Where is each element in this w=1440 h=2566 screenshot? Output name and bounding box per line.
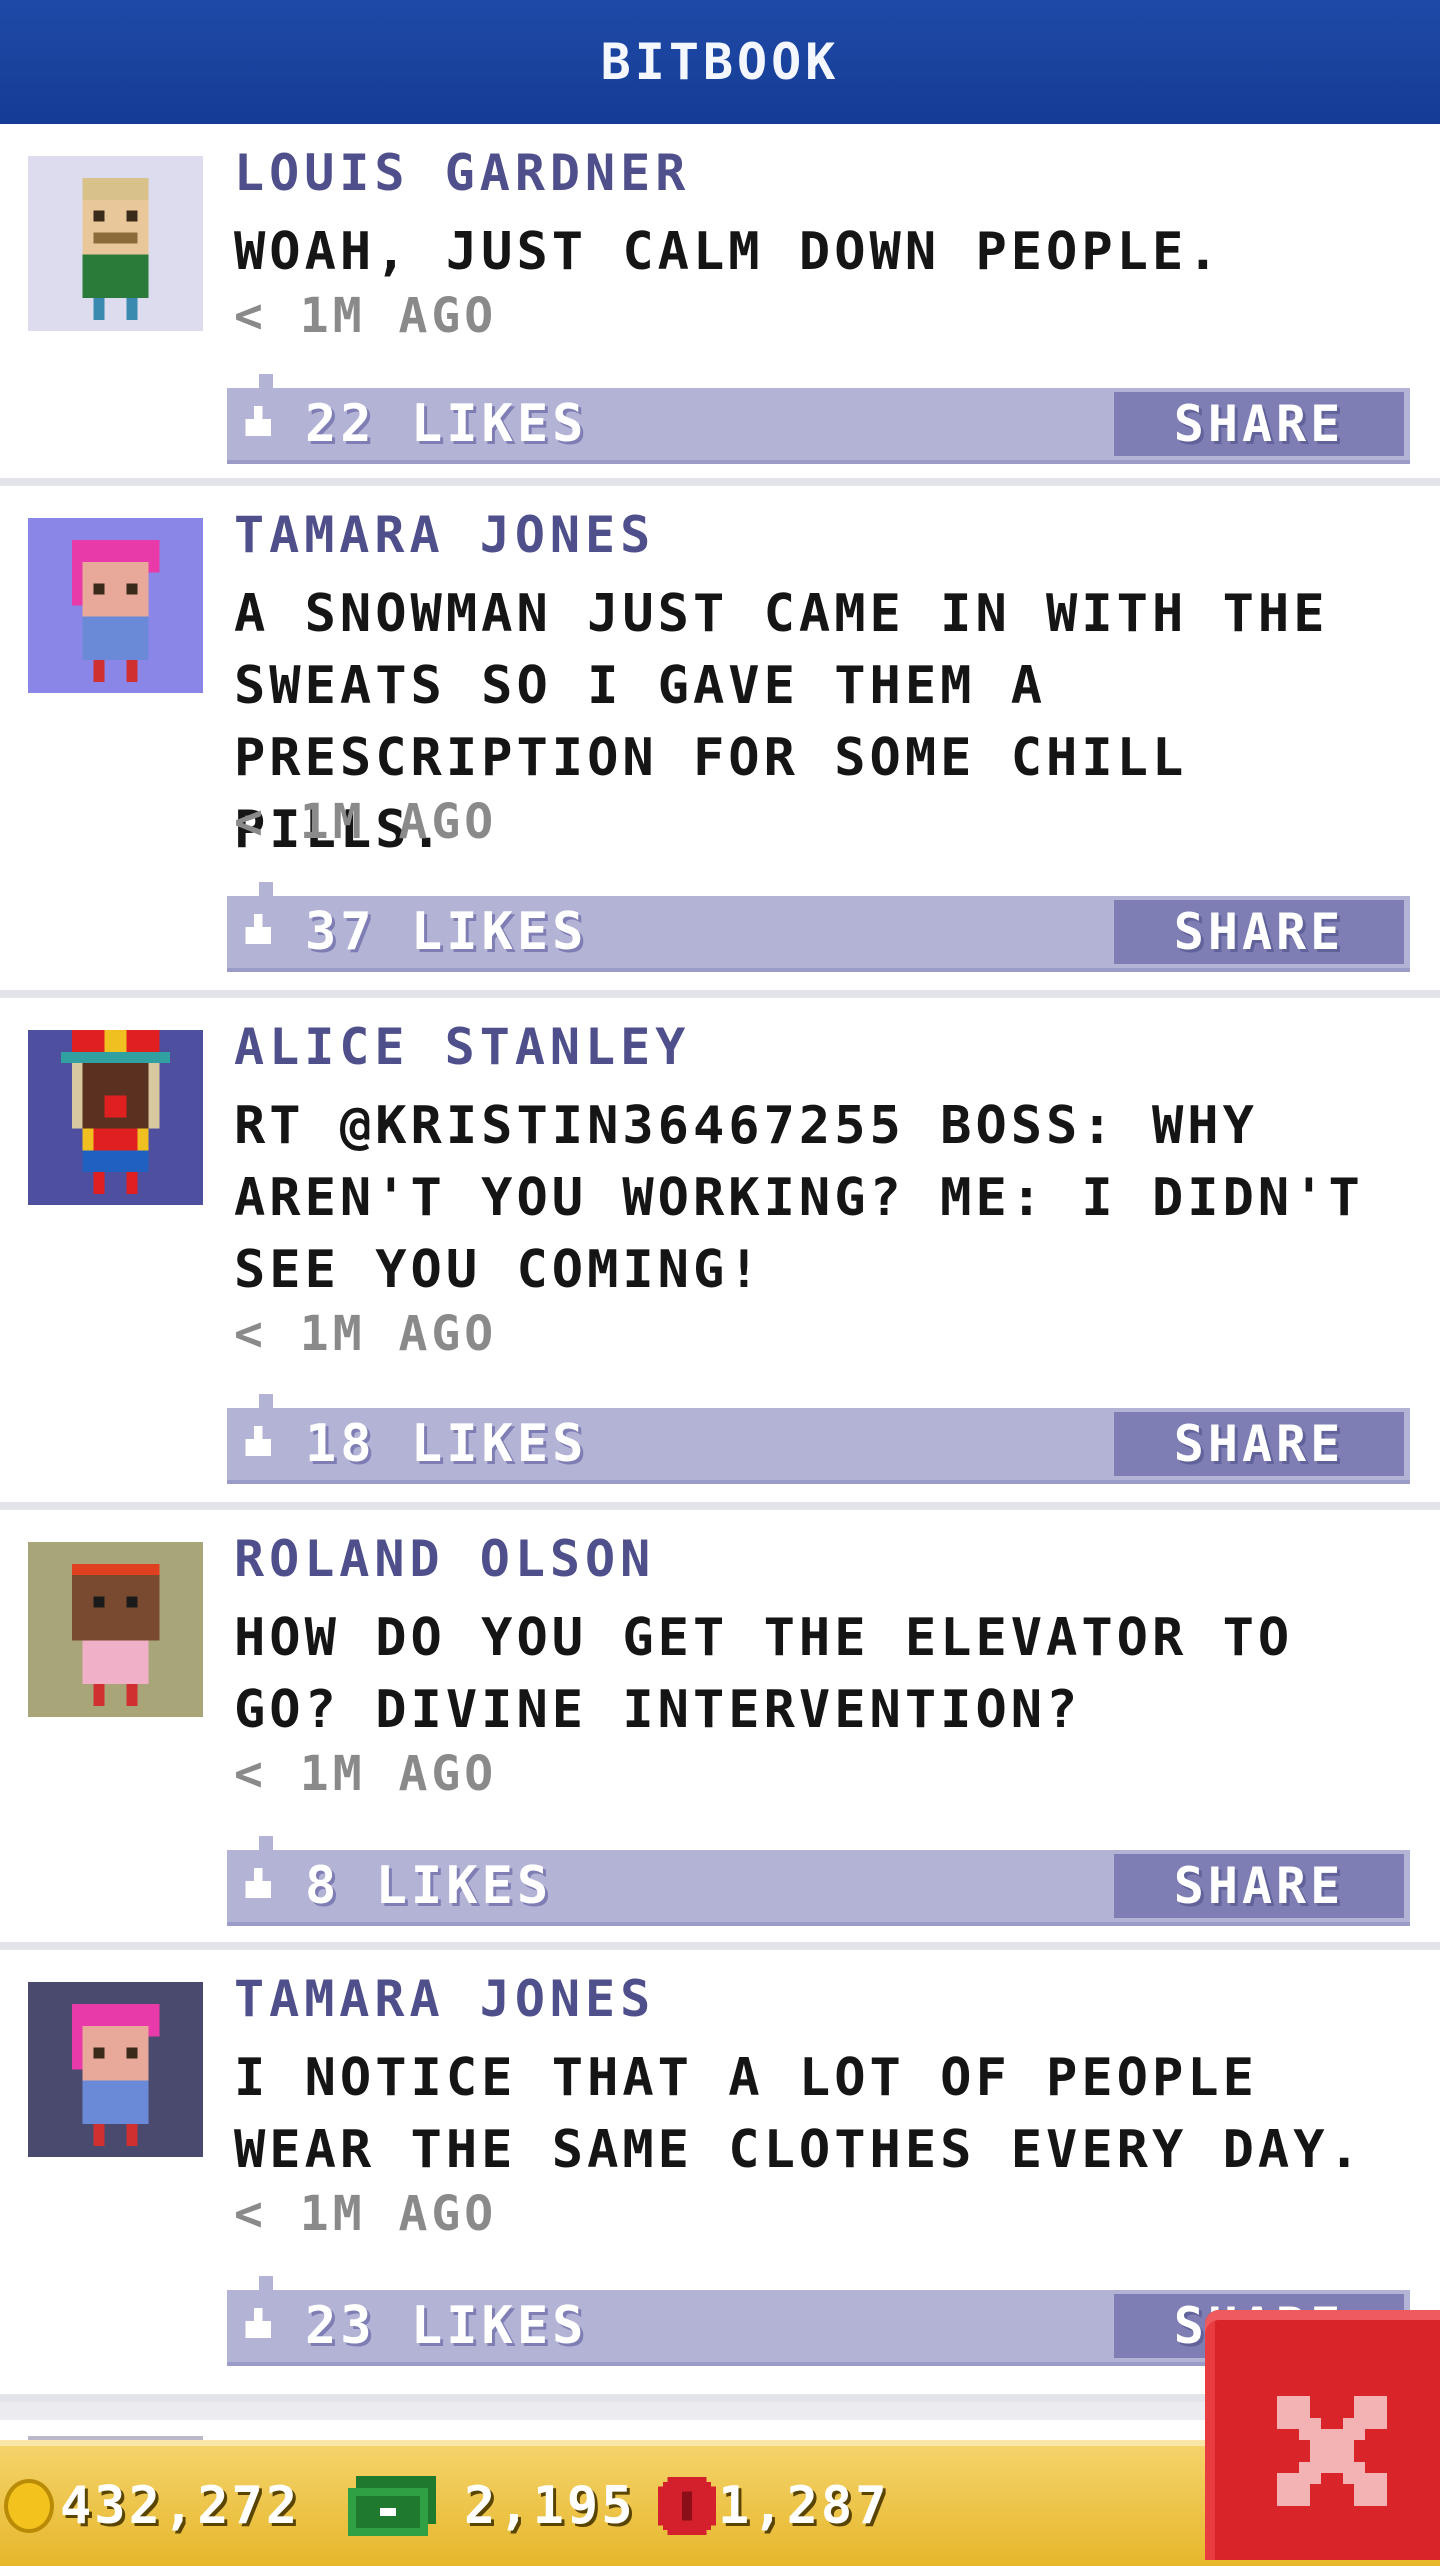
likes-bar: 37 LIKES SHARE — [227, 882, 1410, 972]
like-notch — [259, 882, 273, 896]
avatar[interactable] — [28, 156, 203, 331]
post-author[interactable]: TAMARA JONES — [234, 1970, 655, 2028]
feed-post: TAMARA JONES A SNOWMAN JUST CAME IN WITH… — [0, 486, 1440, 998]
post-author[interactable]: ROLAND OLSON — [234, 1530, 655, 1588]
likes-count: 18 LIKES — [305, 1414, 588, 1474]
likes-count: 37 LIKES — [305, 902, 588, 962]
likes-bar: 8 LIKES SHARE — [227, 1836, 1410, 1926]
post-text: WOAH, JUST CALM DOWN PEOPLE. — [234, 222, 1223, 282]
close-x-icon — [1277, 2396, 1387, 2506]
post-text: I NOTICE THAT A LOT OF PEOPLE WEAR THE S… — [234, 2048, 1364, 2180]
thumbs-up-icon[interactable] — [241, 1426, 275, 1460]
thumbs-up-icon[interactable] — [241, 406, 275, 440]
points-display: 1,287 — [658, 2476, 890, 2536]
post-time: < 1M AGO — [234, 794, 498, 850]
points-value: 1,287 — [718, 2476, 890, 2536]
post-text: HOW DO YOU GET THE ELEVATOR TO GO? DIVIN… — [234, 1608, 1294, 1740]
likes-count: 22 LIKES — [305, 394, 588, 454]
points-icon — [658, 2477, 716, 2535]
feed-post: LOUIS GARDNER WOAH, JUST CALM DOWN PEOPL… — [0, 124, 1440, 486]
app-header: BITBOOK — [0, 0, 1440, 124]
thumbs-up-icon[interactable] — [241, 914, 275, 948]
like-notch — [259, 1836, 273, 1850]
coins-display: 432,272 — [4, 2476, 300, 2536]
feed-post: ROLAND OLSON HOW DO YOU GET THE ELEVATOR… — [0, 1510, 1440, 1950]
likes-count: 8 LIKES — [305, 1856, 553, 1916]
bux-value: 2,195 — [464, 2476, 636, 2536]
bux-display: 2,195 — [348, 2476, 636, 2536]
avatar[interactable] — [28, 1982, 203, 2157]
thumbs-up-icon[interactable] — [241, 1868, 275, 1902]
coins-value: 432,272 — [60, 2476, 301, 2536]
avatar[interactable] — [28, 1542, 203, 1717]
likes-count: 23 LIKES — [305, 2296, 588, 2356]
close-button[interactable] — [1205, 2310, 1440, 2560]
like-notch — [259, 374, 273, 388]
share-button[interactable]: SHARE — [1114, 1854, 1404, 1918]
post-author[interactable]: TAMARA JONES — [234, 506, 655, 564]
share-button[interactable]: SHARE — [1114, 900, 1404, 964]
post-time: < 1M AGO — [234, 2186, 498, 2242]
post-time: < 1M AGO — [234, 1306, 498, 1362]
avatar[interactable] — [28, 1030, 203, 1205]
cash-icon — [348, 2476, 436, 2536]
post-time: < 1M AGO — [234, 1746, 498, 1802]
thumbs-up-icon[interactable] — [241, 2308, 275, 2342]
like-notch — [259, 2276, 273, 2290]
post-author[interactable]: ALICE STANLEY — [234, 1018, 690, 1076]
coin-icon — [4, 2479, 54, 2533]
app-title: BITBOOK — [600, 33, 840, 91]
likes-bar: 22 LIKES SHARE — [227, 374, 1410, 464]
likes-bar: 18 LIKES SHARE — [227, 1394, 1410, 1484]
post-author[interactable]: LOUIS GARDNER — [234, 144, 690, 202]
feed-post: ALICE STANLEY RT @KRISTIN36467255 BOSS: … — [0, 998, 1440, 1510]
post-text: RT @KRISTIN36467255 BOSS: WHY AREN'T YOU… — [234, 1096, 1364, 1300]
share-button[interactable]: SHARE — [1114, 392, 1404, 456]
avatar[interactable] — [28, 518, 203, 693]
post-time: < 1M AGO — [234, 288, 498, 344]
share-button[interactable]: SHARE — [1114, 1412, 1404, 1476]
like-notch — [259, 1394, 273, 1408]
